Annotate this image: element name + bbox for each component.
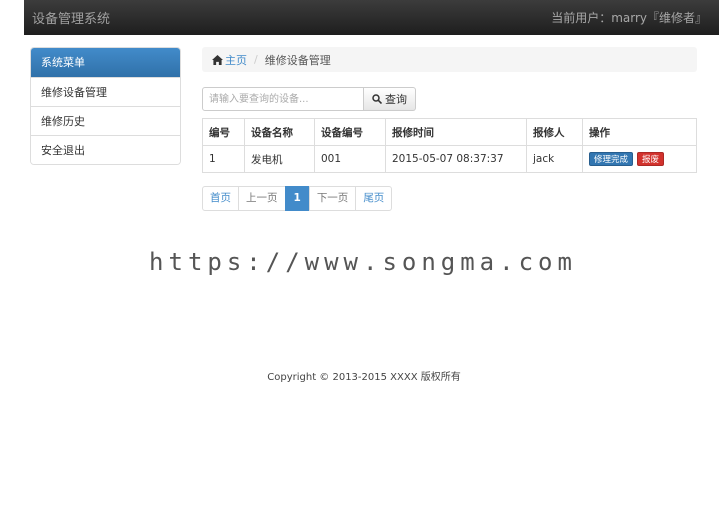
- col-header-code: 设备编号: [314, 118, 386, 146]
- col-header-actions: 操作: [582, 118, 697, 146]
- current-user: 当前用户：marry『维修者』: [551, 11, 707, 25]
- search-button[interactable]: 查询: [364, 87, 416, 111]
- breadcrumb-separator: /: [254, 53, 258, 66]
- cell-id: 1: [202, 145, 245, 173]
- cell-time: 2015-05-07 08:37:37: [385, 145, 527, 173]
- breadcrumb-home-label[interactable]: 主页: [225, 52, 247, 68]
- search-icon: [372, 94, 382, 104]
- page-last[interactable]: 尾页: [355, 186, 393, 211]
- cell-reporter: jack: [526, 145, 583, 173]
- top-navbar: 设备管理系统 当前用户：marry『维修者』: [24, 0, 719, 35]
- page-prev[interactable]: 上一页: [238, 186, 286, 211]
- search-input[interactable]: [202, 87, 364, 111]
- breadcrumb: 主页 / 维修设备管理: [202, 47, 697, 72]
- footer-copyright: Copyright © 2013-2015 XXXX 版权所有: [267, 372, 461, 383]
- scrap-button[interactable]: 报废: [637, 152, 665, 166]
- sidebar-item-logout[interactable]: 安全退出: [31, 135, 180, 164]
- breadcrumb-home-link[interactable]: 主页: [212, 52, 247, 68]
- cell-name: 发电机: [244, 145, 315, 173]
- page-next[interactable]: 下一页: [308, 186, 357, 211]
- home-icon: [212, 54, 223, 65]
- table-header-row: 编号 设备名称 设备编号 报修时间 报修人 操作: [202, 118, 697, 146]
- sidebar-menu: 系统菜单 维修设备管理 维修历史 安全退出: [30, 47, 181, 165]
- col-header-time: 报修时间: [385, 118, 527, 146]
- breadcrumb-current: 维修设备管理: [264, 53, 331, 67]
- search-button-label: 查询: [385, 93, 407, 106]
- app-brand[interactable]: 设备管理系统: [32, 8, 110, 27]
- sidebar-item-device-management[interactable]: 维修设备管理: [31, 77, 180, 106]
- watermark-text: https://www.songma.com: [149, 248, 577, 276]
- repair-complete-button[interactable]: 修理完成: [589, 152, 634, 166]
- sidebar-header: 系统菜单: [31, 48, 180, 77]
- col-header-id: 编号: [202, 118, 245, 146]
- table-row: 1 发电机 001 2015-05-07 08:37:37 jack 修理完成报…: [202, 145, 697, 173]
- col-header-reporter: 报修人: [526, 118, 583, 146]
- device-table: 编号 设备名称 设备编号 报修时间 报修人 操作 1 发电机 001 2015-…: [202, 118, 697, 173]
- cell-code: 001: [314, 145, 386, 173]
- sidebar-item-repair-history[interactable]: 维修历史: [31, 106, 180, 135]
- page-first[interactable]: 首页: [202, 186, 239, 211]
- search-form: 查询: [202, 87, 416, 111]
- page-current[interactable]: 1: [284, 186, 310, 211]
- cell-actions: 修理完成 报废: [582, 145, 697, 173]
- col-header-name: 设备名称: [244, 118, 315, 146]
- pagination: 首页 上一页 1 下一页 尾页: [202, 186, 393, 211]
